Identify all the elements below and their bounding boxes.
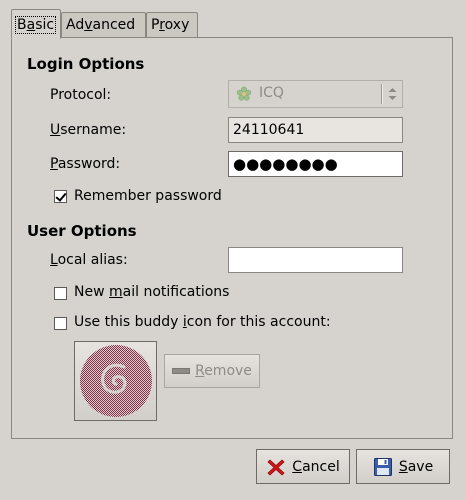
login-options-title: Login Options [27,55,145,73]
protocol-value: ICQ [259,85,284,101]
new-mail-notifications-label[interactable]: New mail notifications [74,284,229,300]
local-alias-label: Local alias: [50,252,128,268]
tab-advanced-label: Advanced [66,17,136,33]
remember-password-label[interactable]: Remember password [74,188,222,204]
remove-button-label: Remove [195,363,252,379]
username-label: Username: [50,122,127,138]
combo-separator [381,84,382,104]
password-input[interactable]: ●●●●●●●● [228,151,403,177]
tab-proxy-label: Proxy [151,17,190,33]
protocol-label: Protocol: [50,87,112,103]
tab-panel-basic: Login Options Protocol: ICQ Username: 24… [11,37,453,439]
buddy-icon-button[interactable] [74,341,157,421]
tab-advanced[interactable]: Advanced [61,12,146,37]
tab-basic[interactable]: Basic [11,9,61,39]
buddy-icon-checkbox[interactable] [54,317,67,330]
icq-flower-icon [236,86,252,102]
spin-arrows-icon [387,87,398,101]
floppy-disk-icon [373,457,393,477]
remember-password-checkbox[interactable] [54,190,67,203]
cancel-button[interactable]: Cancel [256,449,350,484]
save-button[interactable]: Save [356,449,450,484]
debian-swirl-icon [78,343,154,419]
username-input[interactable]: 24110641 [228,117,403,143]
buddy-icon-label[interactable]: Use this buddy icon for this account: [74,314,331,330]
save-button-label: Save [398,458,434,475]
remove-button[interactable]: Remove [164,354,260,388]
user-options-title: User Options [27,222,137,240]
password-label: Password: [50,156,121,172]
local-alias-input[interactable] [228,247,403,273]
tab-basic-label: Basic [14,16,57,34]
password-dots: ●●●●●●●● [233,155,338,173]
new-mail-notifications-checkbox[interactable] [54,287,67,300]
cancel-icon [266,457,286,477]
cancel-button-label: Cancel [292,458,340,475]
tab-proxy[interactable]: Proxy [146,12,198,37]
remove-icon [172,368,191,374]
protocol-combobox[interactable]: ICQ [228,80,403,108]
